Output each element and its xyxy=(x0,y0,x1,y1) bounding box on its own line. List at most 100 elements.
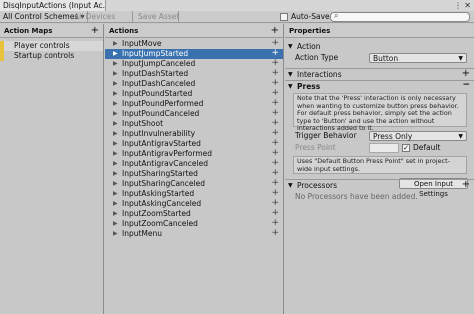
action-label: InputAskingStarted xyxy=(122,189,195,198)
add-binding-icon[interactable]: + xyxy=(271,168,279,178)
expanded-triangle-icon: ▼ xyxy=(288,43,293,50)
trigger-behavior-dropdown[interactable]: Press Only ▼ xyxy=(369,131,467,141)
action-label: InputMove xyxy=(122,39,162,48)
action-row[interactable]: ▶ InputJumpStarted + xyxy=(105,48,283,59)
action-row[interactable]: ▶ InputJumpCanceled + xyxy=(105,58,283,69)
add-action-map-icon[interactable]: + xyxy=(91,24,99,38)
collapsed-triangle-icon[interactable]: ▶ xyxy=(113,59,118,69)
collapsed-triangle-icon[interactable]: ▶ xyxy=(113,39,118,49)
collapsed-triangle-icon[interactable]: ▶ xyxy=(113,139,118,149)
action-row[interactable]: ▶ InputSharingCanceled + xyxy=(105,178,283,189)
collapsed-triangle-icon[interactable]: ▶ xyxy=(113,89,118,99)
action-row[interactable]: ▶ InputZoomCanceled + xyxy=(105,218,283,229)
add-processor-icon[interactable]: + xyxy=(462,179,470,190)
add-binding-icon[interactable]: + xyxy=(271,118,279,128)
action-label: InputZoomCanceled xyxy=(122,219,198,228)
action-row[interactable]: ▶ InputAskingStarted + xyxy=(105,188,283,199)
collapsed-triangle-icon[interactable]: ▶ xyxy=(113,119,118,129)
add-binding-icon[interactable]: + xyxy=(271,88,279,98)
add-binding-icon[interactable]: + xyxy=(271,48,279,58)
action-row[interactable]: ▶ InputZoomStarted + xyxy=(105,208,283,219)
collapsed-triangle-icon[interactable]: ▶ xyxy=(113,209,118,219)
auto-save-checkbox[interactable] xyxy=(280,13,288,21)
add-binding-icon[interactable]: + xyxy=(271,138,279,148)
action-maps-pane: Action Maps + Player controls Startup co… xyxy=(0,24,104,314)
collapsed-triangle-icon[interactable]: ▶ xyxy=(113,189,118,199)
action-row[interactable]: ▶ InputDashStarted + xyxy=(105,68,283,79)
collapsed-triangle-icon[interactable]: ▶ xyxy=(113,229,118,239)
collapsed-triangle-icon[interactable]: ▶ xyxy=(113,219,118,229)
action-section-header[interactable]: ▼ Action xyxy=(285,41,474,52)
press-interaction-header[interactable]: ▼ Press − xyxy=(285,80,474,92)
action-row[interactable]: ▶ InputAntigravPerformed + xyxy=(105,148,283,159)
add-interaction-icon[interactable]: + xyxy=(462,68,470,79)
properties-title: Properties xyxy=(289,27,331,35)
action-label: InputSharingCanceled xyxy=(122,179,205,188)
action-section-title: Action xyxy=(297,42,321,51)
collapsed-triangle-icon[interactable]: ▶ xyxy=(113,79,118,89)
collapsed-triangle-icon[interactable]: ▶ xyxy=(113,199,118,209)
action-label: InputJumpStarted xyxy=(122,49,189,58)
action-row[interactable]: ▶ InputPoundCanceled + xyxy=(105,108,283,119)
add-binding-icon[interactable]: + xyxy=(271,158,279,168)
add-binding-icon[interactable]: + xyxy=(271,148,279,158)
processors-section-header[interactable]: ▼ Processors + xyxy=(285,179,474,191)
collapsed-triangle-icon[interactable]: ▶ xyxy=(113,129,118,139)
actions-pane: Actions + ▶ InputMove + ▶ InputJumpStarted + ▶… xyxy=(105,24,284,314)
close-icon[interactable]: ✕ xyxy=(464,0,471,11)
toolbar: All Control Schemes ▾ All Devices Save A… xyxy=(0,11,474,23)
add-binding-icon[interactable]: + xyxy=(271,68,279,78)
window-tab[interactable]: DisqInputActions (Input Ac... xyxy=(0,0,106,11)
search-input[interactable]: ⌕ xyxy=(330,11,470,22)
collapsed-triangle-icon[interactable]: ▶ xyxy=(113,179,118,189)
add-binding-icon[interactable]: + xyxy=(271,38,279,48)
add-binding-icon[interactable]: + xyxy=(271,108,279,118)
action-type-value: Button xyxy=(373,54,399,63)
action-row[interactable]: ▶ InputPoundStarted + xyxy=(105,88,283,99)
collapsed-triangle-icon[interactable]: ▶ xyxy=(113,159,118,169)
add-binding-icon[interactable]: + xyxy=(271,228,279,238)
action-label: InputPoundPerformed xyxy=(122,99,204,108)
action-label: InputAntigravPerformed xyxy=(122,149,213,158)
action-label: InputPoundStarted xyxy=(122,89,193,98)
add-binding-icon[interactable]: + xyxy=(271,58,279,68)
collapsed-triangle-icon[interactable]: ▶ xyxy=(113,149,118,159)
default-checkbox[interactable]: ✓ xyxy=(402,144,410,152)
save-asset-button[interactable]: Save Asset xyxy=(135,11,179,23)
add-binding-icon[interactable]: + xyxy=(271,128,279,138)
devices-dropdown[interactable]: All Devices xyxy=(71,11,133,23)
action-row[interactable]: ▶ InputAntigravStarted + xyxy=(105,138,283,149)
action-row[interactable]: ▶ InputInvulnerability + xyxy=(105,128,283,139)
collapsed-triangle-icon[interactable]: ▶ xyxy=(113,99,118,109)
add-binding-icon[interactable]: + xyxy=(271,198,279,208)
press-point-field[interactable] xyxy=(369,143,399,153)
collapsed-triangle-icon[interactable]: ▶ xyxy=(113,169,118,179)
action-row[interactable]: ▶ InputDashCanceled + xyxy=(105,78,283,89)
add-action-icon[interactable]: + xyxy=(271,24,279,38)
action-row[interactable]: ▶ InputPoundPerformed + xyxy=(105,98,283,109)
action-map-item[interactable]: Startup controls xyxy=(0,51,103,61)
action-map-item[interactable]: Player controls xyxy=(0,41,103,51)
add-binding-icon[interactable]: + xyxy=(271,78,279,88)
window-titlebar: DisqInputActions (Input Ac... ⋮ ✕ xyxy=(0,0,474,11)
add-binding-icon[interactable]: + xyxy=(271,208,279,218)
action-row[interactable]: ▶ InputMove + xyxy=(105,38,283,49)
action-row[interactable]: ▶ InputMenu + xyxy=(105,228,283,239)
interactions-section-header[interactable]: ▼ Interactions + xyxy=(285,68,474,80)
collapsed-triangle-icon[interactable]: ▶ xyxy=(113,69,118,79)
trigger-behavior-value: Press Only xyxy=(373,132,413,141)
add-binding-icon[interactable]: + xyxy=(271,218,279,228)
remove-interaction-icon[interactable]: − xyxy=(462,80,470,91)
default-label: Default xyxy=(413,143,441,152)
action-row[interactable]: ▶ InputAskingCanceled + xyxy=(105,198,283,209)
action-row[interactable]: ▶ InputAntigravCanceled + xyxy=(105,158,283,169)
kebab-menu-icon[interactable]: ⋮ xyxy=(454,0,462,11)
action-type-dropdown[interactable]: Button ▼ xyxy=(369,53,467,63)
add-binding-icon[interactable]: + xyxy=(271,188,279,198)
collapsed-triangle-icon[interactable]: ▶ xyxy=(113,49,118,59)
collapsed-triangle-icon[interactable]: ▶ xyxy=(113,109,118,119)
add-binding-icon[interactable]: + xyxy=(271,98,279,108)
action-row[interactable]: ▶ InputShoot + xyxy=(105,118,283,129)
add-binding-icon[interactable]: + xyxy=(271,178,279,188)
action-row[interactable]: ▶ InputSharingStarted + xyxy=(105,168,283,179)
